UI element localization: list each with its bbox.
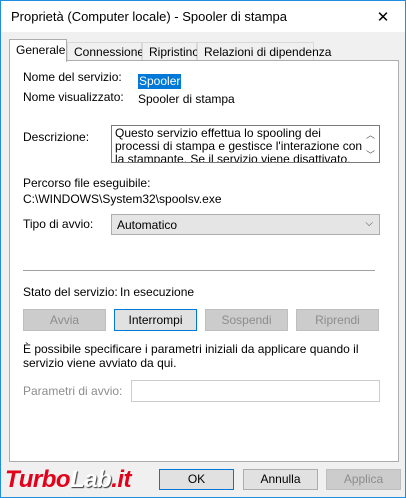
watermark-part-1: Turbo bbox=[5, 466, 71, 493]
startup-type-value: Automatico bbox=[117, 218, 178, 232]
start-params-label: Parametri di avvio: bbox=[23, 384, 123, 398]
tab-connection[interactable]: Connessione bbox=[67, 42, 144, 61]
close-icon[interactable]: ✕ bbox=[361, 1, 405, 32]
cancel-button[interactable]: Annulla bbox=[243, 469, 318, 490]
separator bbox=[23, 270, 375, 271]
ok-button[interactable]: OK bbox=[159, 469, 234, 490]
startup-type-label: Tipo di avvio: bbox=[23, 217, 94, 231]
stop-button[interactable]: Interrompi bbox=[114, 309, 197, 331]
display-name-value[interactable]: Spooler di stampa bbox=[138, 92, 235, 106]
exe-path-label: Percorso file eseguibile: bbox=[23, 176, 151, 190]
pause-button[interactable]: Sospendi bbox=[205, 309, 288, 331]
tab-general[interactable]: Generale bbox=[9, 39, 67, 62]
tab-recovery[interactable]: Ripristino bbox=[142, 42, 199, 61]
start-params-hint: È possibile specificare i parametri iniz… bbox=[23, 342, 359, 370]
watermark-part-3: .it bbox=[111, 466, 132, 493]
description-label: Descrizione: bbox=[23, 130, 90, 144]
start-button[interactable]: Avvia bbox=[23, 309, 106, 331]
display-name-label: Nome visualizzato: bbox=[23, 90, 124, 104]
status-value: In esecuzione bbox=[120, 285, 195, 299]
apply-button[interactable]: Applica bbox=[326, 469, 401, 490]
chevron-down-icon: ⌵ bbox=[365, 218, 373, 229]
resume-button[interactable]: Riprendi bbox=[296, 309, 379, 331]
status-label: Stato del servizio: bbox=[23, 285, 118, 299]
start-params-input[interactable] bbox=[131, 380, 380, 402]
service-properties-dialog: Proprietà (Computer locale) - Spooler di… bbox=[0, 0, 406, 498]
service-name-value[interactable]: Spooler bbox=[138, 74, 182, 89]
scroll-down-icon[interactable]: ﹀ bbox=[366, 148, 375, 161]
tab-dependencies[interactable]: Relazioni di dipendenza bbox=[197, 42, 331, 61]
watermark-part-2: Lab bbox=[70, 466, 112, 493]
startup-type-select[interactable]: Automatico ⌵ bbox=[111, 214, 380, 235]
service-name-label: Nome del servizio: bbox=[23, 70, 122, 84]
description-scrollbar[interactable]: ︿ ﹀ bbox=[362, 126, 379, 162]
description-text: Questo servizio effettua lo spooling dei… bbox=[115, 126, 363, 163]
description-box[interactable]: Questo servizio effettua lo spooling dei… bbox=[111, 125, 380, 163]
scroll-up-icon[interactable]: ︿ bbox=[366, 128, 375, 141]
exe-path-value: C:\WINDOWS\System32\spoolsv.exe bbox=[23, 192, 222, 206]
title-bar: Proprietà (Computer locale) - Spooler di… bbox=[1, 1, 405, 32]
turbolab-watermark-logo: TurboLab.it bbox=[5, 466, 132, 494]
window-title: Proprietà (Computer locale) - Spooler di… bbox=[11, 9, 288, 24]
